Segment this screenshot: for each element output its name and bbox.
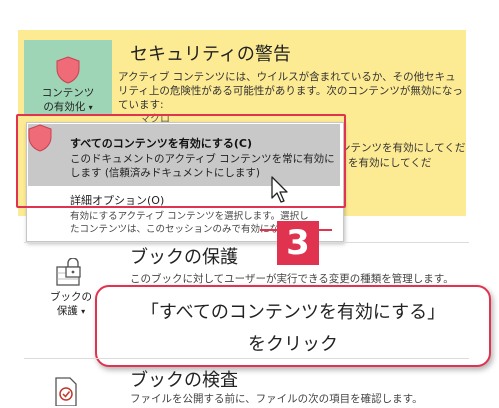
chevron-down-icon: ▾ (81, 307, 86, 316)
security-warning-description: アクティブ コンテンツには、ウイルスが含まれているか、その他セキュリティ上の危険… (118, 71, 463, 111)
section-divider (24, 242, 469, 243)
badge-line-right (318, 229, 332, 231)
lock-icon (56, 258, 81, 286)
section-divider (24, 358, 469, 359)
instruction-callout-line-2: をクリック (248, 334, 338, 355)
protect-workbook-description: このブックに対してユーザーが実行できる変更の種類を管理します。 (130, 273, 454, 285)
inspect-workbook-description: ファイルを公開する前に、ファイルの次の項目を確認します。 (130, 393, 423, 405)
security-warning-title: セキュリティの警告 (130, 44, 291, 65)
badge-line-left (260, 229, 278, 231)
protect-workbook-label-1: ブックの (50, 291, 92, 303)
step-number-badge: 3 (277, 221, 319, 265)
banner-partial-text-1: ンテンツを有効にしてくだ (340, 142, 466, 154)
enable-content-label-2: の有効化 (43, 101, 86, 113)
highlight-frame (16, 114, 346, 208)
protect-workbook-label-2: 保護 (56, 305, 78, 317)
protect-workbook-title: ブックの保護 (130, 247, 238, 268)
enable-content-label-1: コンテンツ (41, 87, 95, 99)
shield-icon (56, 56, 80, 84)
inspect-workbook-title: ブックの検査 (130, 370, 238, 391)
instruction-callout-line-1: 「すべてのコンテンツを有効にする」 (140, 302, 446, 323)
chevron-down-icon: ▾ (88, 103, 93, 112)
enable-content-button[interactable]: コンテンツ の有効化 ▾ (24, 40, 112, 116)
mouse-pointer-icon (271, 176, 288, 203)
banner-partial-text-2: を有効にしてくだ (348, 157, 432, 169)
inspect-workbook-button[interactable] (30, 368, 112, 408)
inspect-icon (55, 377, 77, 406)
